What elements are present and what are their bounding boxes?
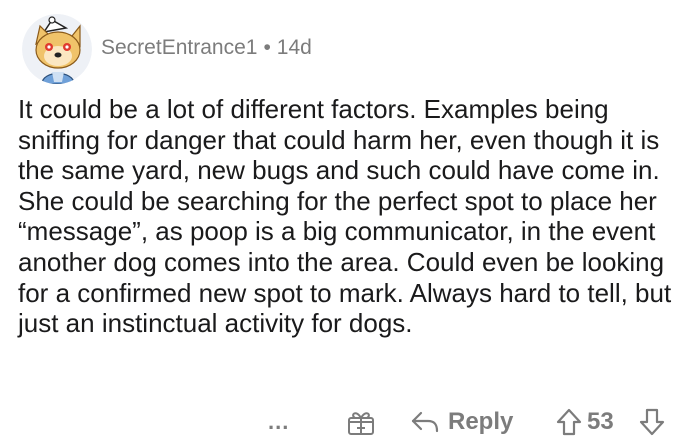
- reply-button[interactable]: Reply: [410, 402, 513, 442]
- doge-avatar-icon: [22, 14, 92, 84]
- reply-arrow-icon: [411, 411, 439, 433]
- comment-age[interactable]: 14d: [277, 36, 312, 59]
- comment-body: It could be a lot of different factors. …: [18, 94, 678, 339]
- comment-meta: SecretEntrance1 • 14d: [101, 36, 312, 60]
- more-dots-icon: ...: [268, 409, 290, 434]
- more-options-button[interactable]: ...: [268, 402, 289, 442]
- upvote-arrow-icon: [556, 408, 582, 436]
- downvote-button[interactable]: [638, 402, 666, 442]
- reply-label: Reply: [448, 408, 514, 435]
- award-button[interactable]: [346, 402, 376, 442]
- award-gift-icon: [348, 412, 374, 435]
- comment-actions: ... Reply 53: [0, 402, 700, 442]
- comment-header: SecretEntrance1 • 14d: [18, 12, 678, 84]
- downvote-arrow-icon: [639, 408, 665, 436]
- user-avatar[interactable]: [22, 14, 92, 84]
- username[interactable]: SecretEntrance1: [101, 36, 257, 59]
- meta-separator: •: [263, 36, 271, 59]
- upvote-button[interactable]: [555, 402, 583, 442]
- comment-text: It could be a lot of different factors. …: [18, 94, 672, 339]
- vote-score: 53: [587, 408, 614, 435]
